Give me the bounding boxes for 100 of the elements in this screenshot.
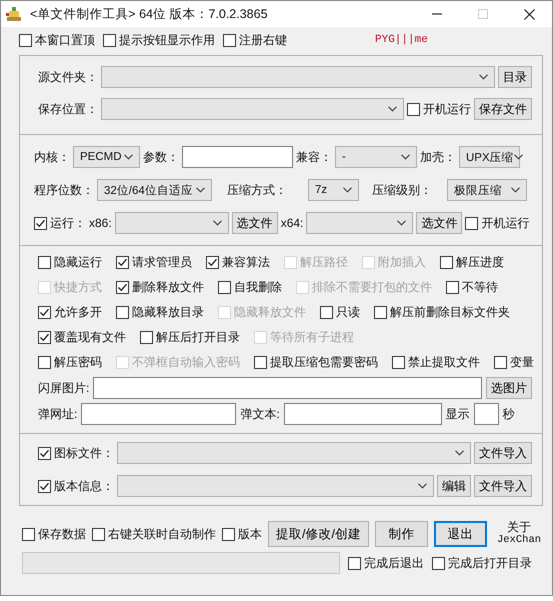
field-label: 程序位数： <box>34 182 94 198</box>
checkbox[interactable]: 覆盖现有文件 <box>38 329 126 346</box>
caret-icon <box>401 154 410 160</box>
field-label: 弹文本: <box>240 406 280 422</box>
checkbox[interactable]: 解压后打开目录 <box>140 329 240 346</box>
field-label: 压缩方式： <box>227 182 287 198</box>
button[interactable]: 选文件 <box>416 212 462 234</box>
button[interactable]: 目录 <box>498 66 532 88</box>
field-label: 闪屏图片: <box>38 380 90 396</box>
window-title: <单文件制作工具> 64位 版本：7.0.2.3865 <box>30 6 268 22</box>
caret-icon <box>388 106 397 112</box>
checkbox[interactable]: 变量 <box>494 354 534 371</box>
checkbox[interactable]: 图标文件： <box>38 444 114 462</box>
button[interactable]: 退出 <box>434 521 487 547</box>
dropdown[interactable] <box>117 442 471 464</box>
button[interactable]: 文件导入 <box>474 475 532 497</box>
caret-icon <box>479 74 488 80</box>
button[interactable]: 制作 <box>374 521 428 547</box>
checkbox[interactable]: 不等待 <box>446 279 498 296</box>
checkmark-icon <box>35 218 46 228</box>
button[interactable]: 文件导入 <box>474 442 532 464</box>
checkbox[interactable]: 运行： <box>34 214 86 232</box>
dropdown[interactable]: UPX压缩 <box>459 146 520 168</box>
checkmark-icon <box>39 307 50 318</box>
checkbox[interactable]: 允许多开 <box>38 304 102 321</box>
about-link[interactable]: JexChan <box>496 534 542 547</box>
field-label: 弹网址: <box>38 406 78 422</box>
checkbox[interactable]: 只读 <box>320 304 360 321</box>
input-field[interactable] <box>182 146 293 168</box>
input-field[interactable] <box>284 403 442 425</box>
dropdown[interactable]: - <box>335 146 417 168</box>
caret-icon <box>124 154 133 160</box>
button[interactable]: 选文件 <box>232 212 278 234</box>
checkbox[interactable]: 请求管理员 <box>116 254 192 271</box>
caret-icon <box>397 220 406 226</box>
button[interactable]: 编辑 <box>437 475 471 497</box>
checkbox[interactable]: 禁止提取文件 <box>392 354 480 371</box>
checkbox[interactable]: 自我删除 <box>218 279 282 296</box>
checkmark-icon <box>117 282 128 293</box>
checkbox[interactable]: 注册右键 <box>223 32 287 48</box>
checkbox[interactable]: 解压密码 <box>38 354 102 371</box>
button[interactable]: 保存文件 <box>474 98 532 120</box>
caret-icon <box>511 187 520 193</box>
dropdown[interactable]: 极限压缩 <box>447 179 527 201</box>
app-icon <box>5 5 23 23</box>
field-label: 参数： <box>143 148 179 166</box>
checkbox[interactable]: 本窗口置顶 <box>19 32 95 48</box>
checkmark-icon <box>207 257 218 268</box>
dropdown[interactable] <box>101 98 404 120</box>
close-icon <box>524 8 534 20</box>
checkbox[interactable]: 隐藏释放目录 <box>116 304 204 321</box>
field-label: x86: <box>89 216 112 230</box>
dropdown[interactable] <box>306 212 414 234</box>
checkmark-icon <box>39 332 50 343</box>
checkbox[interactable]: 隐藏运行 <box>38 254 102 271</box>
checkbox[interactable]: 提取压缩包需要密码 <box>254 354 378 371</box>
about-link[interactable]: 关于 <box>507 521 531 534</box>
checkbox[interactable]: 右键关联时自动制作 <box>92 526 216 542</box>
field-label: 源文件夹： <box>38 68 98 86</box>
dropdown[interactable] <box>101 66 495 88</box>
checkbox[interactable]: 解压进度 <box>440 254 504 271</box>
caret-icon <box>343 187 352 193</box>
checkmark-icon <box>39 448 50 458</box>
field-label: 内核： <box>34 148 70 166</box>
caret-icon <box>212 220 222 226</box>
field-label: 保存位置： <box>38 100 98 118</box>
input-field[interactable] <box>93 377 482 399</box>
checkbox[interactable]: 完成后打开目录 <box>432 554 532 572</box>
field-label: x64: <box>280 216 304 230</box>
checkmark-icon <box>39 480 50 492</box>
caret-icon <box>196 187 205 193</box>
field-label: 秒 <box>502 406 515 422</box>
dropdown[interactable]: 7z <box>308 179 359 201</box>
field-label: 压缩级别： <box>372 182 432 198</box>
dropdown[interactable] <box>114 212 229 234</box>
checkbox[interactable]: 完成后退出 <box>348 554 424 572</box>
maximize-icon <box>478 9 488 19</box>
checkbox[interactable]: 版本信息： <box>38 478 114 494</box>
checkmark-icon <box>117 257 128 268</box>
checkbox[interactable]: 解压前删除目标文件夹 <box>374 304 510 321</box>
checkbox[interactable]: 提示按钮显示作用 <box>103 32 215 48</box>
field-label: 显示 <box>446 406 470 422</box>
input-field[interactable] <box>81 403 236 425</box>
dropdown[interactable]: 32位/64位自适应 <box>97 179 212 201</box>
brand-text: PYG|||me <box>375 34 428 46</box>
dropdown[interactable]: PECMD <box>73 146 140 168</box>
input-field[interactable] <box>474 403 499 425</box>
field-label: 兼容： <box>296 148 332 166</box>
dropdown[interactable] <box>117 475 434 497</box>
checkbox[interactable]: 开机运行 <box>407 100 471 118</box>
button[interactable]: 提取/修改/创建 <box>268 521 369 547</box>
checkbox[interactable]: 开机运行 <box>465 214 530 232</box>
checkbox[interactable]: 删除释放文件 <box>116 279 204 296</box>
checkbox[interactable]: 保存数据 <box>22 526 86 542</box>
button[interactable]: 选图片 <box>486 377 532 399</box>
caret-icon <box>418 483 427 489</box>
checkbox[interactable]: 版本 <box>222 526 262 542</box>
checkbox[interactable]: 兼容算法 <box>206 254 270 271</box>
field-label: 加壳： <box>420 148 456 166</box>
caret-icon <box>455 450 464 456</box>
